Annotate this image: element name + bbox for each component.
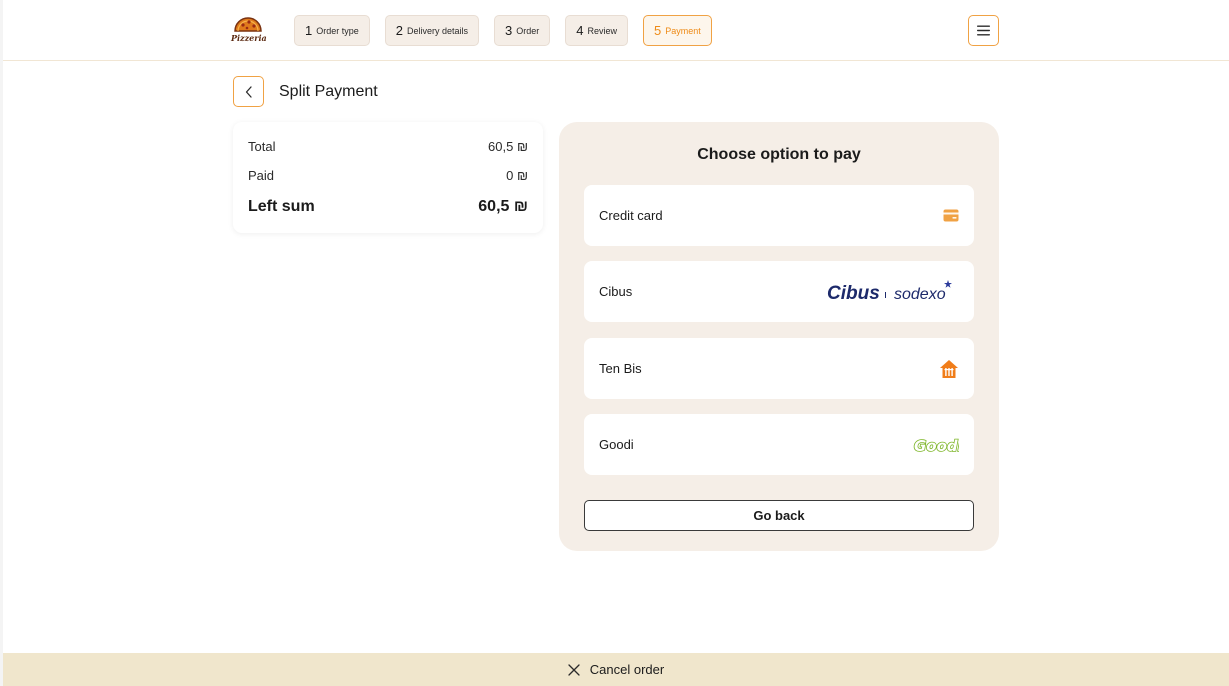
step-label: Delivery details [407,25,469,36]
step-number: 1 [305,23,313,38]
go-back-button[interactable]: Go back [584,500,974,531]
close-icon [568,663,580,676]
logo-text: Pizzeria [231,33,267,43]
step-label: Payment [665,25,701,36]
pizza-icon [234,17,262,32]
step-label: Order [516,25,540,36]
menu-button[interactable] [968,15,999,46]
total-value: 60,5 ₪ [488,139,528,154]
goodi-logo: Goodi [913,436,959,456]
sodexo-logo-text: sodexo [894,286,946,303]
cancel-order-label: Cancel order [589,662,665,677]
goodi-logo-text: Goodi [914,437,959,455]
credit-card-icon [943,209,959,222]
pay-option-cibus[interactable]: Cibus Cibus sodexo [584,261,974,322]
step-review[interactable]: 4 Review [565,15,629,46]
step-number: 2 [395,23,403,38]
summary-row-paid: Paid 0 ₪ [248,168,528,183]
step-delivery-details[interactable]: 2 Delivery details [384,15,480,46]
cibus-logo-text: Cibus [827,283,880,304]
step-order[interactable]: 3 Order [494,15,551,46]
option-label: Cibus [599,284,633,299]
step-number: 5 [654,23,662,38]
total-label: Total [248,139,276,154]
payment-summary-card: Total 60,5 ₪ Paid 0 ₪ Left sum 60,5 ₪ [233,122,543,233]
paid-label: Paid [248,168,275,183]
checkout-page: Pizzeria 1 Order type 2 Delivery details… [3,0,1229,686]
step-number: 3 [505,23,513,38]
pay-option-ten-bis[interactable]: Ten Bis [584,338,974,399]
step-label: Review [587,25,618,36]
summary-row-total: Total 60,5 ₪ [248,139,528,154]
option-label: Credit card [599,208,663,223]
page-title: Split Payment [279,83,378,100]
option-label: Ten Bis [599,361,642,376]
cancel-order-button[interactable]: Cancel order [3,653,1229,686]
step-payment[interactable]: 5 Payment [643,15,712,46]
paid-value: 0 ₪ [506,168,528,183]
checkout-steps: 1 Order type 2 Delivery details 3 Order … [294,15,712,46]
left-sum-value: 60,5 ₪ [478,198,528,215]
hamburger-menu-icon [977,25,990,36]
payment-options-title: Choose option to pay [697,146,861,163]
payment-options-panel: Choose option to pay Credit card Cibus C… [559,122,999,551]
pizzeria-logo[interactable]: Pizzeria [231,14,267,44]
option-label: Goodi [599,437,634,452]
back-button[interactable] [233,76,264,107]
summary-row-left-sum: Left sum 60,5 ₪ [248,198,528,216]
step-number: 4 [576,23,584,38]
chevron-left-icon [245,85,252,98]
left-sum-label: Left sum [248,198,315,215]
pay-option-goodi[interactable]: Goodi Goodi [584,414,974,475]
cibus-sodexo-logo: Cibus sodexo [827,279,952,304]
pay-option-credit-card[interactable]: Credit card [584,185,974,246]
step-order-type[interactable]: 1 Order type [294,15,370,46]
ten-bis-logo [940,359,958,378]
step-label: Order type [316,25,359,36]
top-header: Pizzeria 1 Order type 2 Delivery details… [3,0,1229,61]
